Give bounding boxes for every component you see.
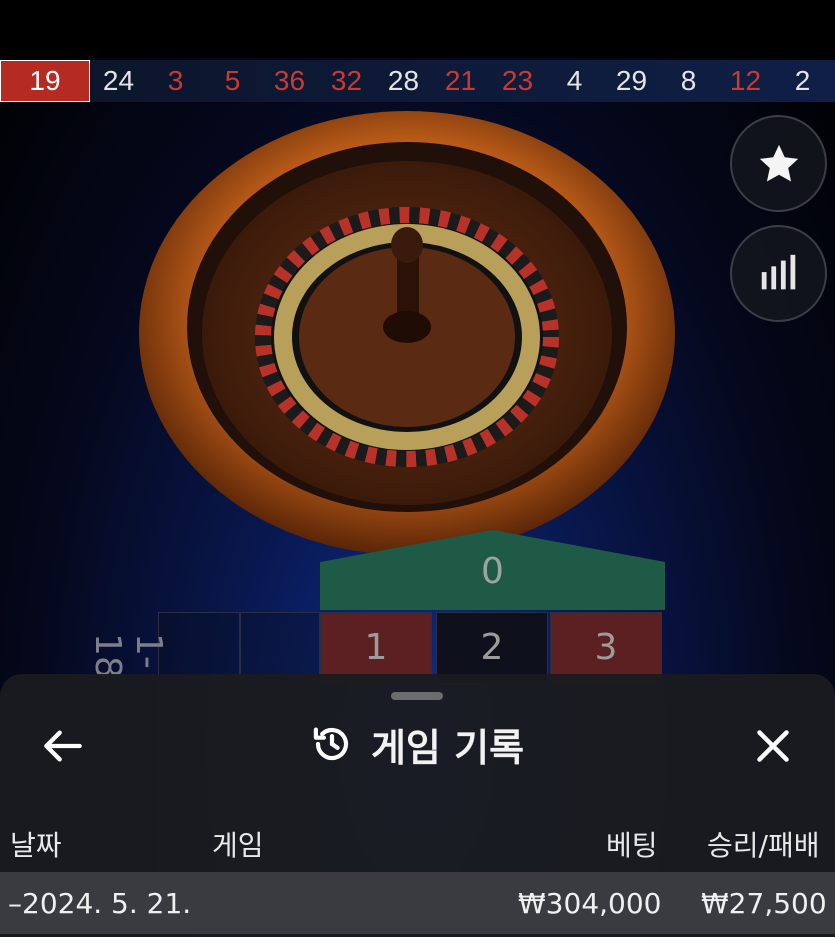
history-result: 29 <box>615 65 648 96</box>
history-icon <box>313 727 349 761</box>
history-result: 12 <box>729 65 762 96</box>
bet-cell-3-label: 3 <box>594 626 618 668</box>
result-history-strip: 19 24 3 5 36 32 28 21 23 4 29 8 12 2 <box>0 60 835 102</box>
history-result: 5 <box>224 65 241 96</box>
bet-cell-2[interactable]: 2 <box>436 612 548 682</box>
star-icon <box>759 144 798 181</box>
zero-label: 0 <box>481 551 504 592</box>
column-bet: 베팅 <box>606 829 658 862</box>
sheet-title-group: 게임 기록 <box>0 720 835 770</box>
history-result: 3 <box>167 65 184 96</box>
close-icon <box>757 730 789 762</box>
history-result: 4 <box>566 65 583 96</box>
column-game: 게임 <box>212 829 264 862</box>
history-result: 21 <box>444 65 477 96</box>
history-result: 8 <box>680 65 697 96</box>
history-result: 2 <box>794 65 811 96</box>
bar-chart-icon <box>761 254 795 289</box>
bet-cell-3[interactable]: 3 <box>550 612 662 682</box>
favorite-button[interactable] <box>730 115 827 212</box>
bet-cell-1-label: 1 <box>364 626 388 668</box>
history-result: 32 <box>330 65 363 96</box>
bet-cell-1[interactable]: 1 <box>320 612 432 682</box>
row-win-loss: ₩27,500 <box>701 887 827 920</box>
history-result: 24 <box>102 65 135 96</box>
row-bet: ₩304,000 <box>518 887 662 920</box>
statistics-button[interactable] <box>730 225 827 322</box>
column-win-loss: 승리/패배 <box>707 829 820 862</box>
sheet-title: 게임 기록 <box>370 725 525 770</box>
latest-result: 19 <box>0 60 90 102</box>
history-result: 28 <box>387 65 420 96</box>
status-area <box>0 0 835 58</box>
close-button[interactable] <box>748 724 798 768</box>
history-row[interactable]: –2024. 5. 21. ₩304,000 ₩27,500 <box>0 872 835 934</box>
history-result: 36 <box>273 65 306 96</box>
bet-cell-2-label: 2 <box>480 626 504 668</box>
history-result: 23 <box>501 65 534 96</box>
row-date: –2024. 5. 21. <box>8 887 192 920</box>
game-history-sheet: 게임 기록 날짜 게임 베팅 승리/패배 –2024. 5. 21. ₩304,… <box>0 674 835 937</box>
column-date: 날짜 <box>10 829 62 862</box>
roulette-wheel <box>139 111 675 555</box>
sheet-drag-handle[interactable] <box>391 692 443 700</box>
